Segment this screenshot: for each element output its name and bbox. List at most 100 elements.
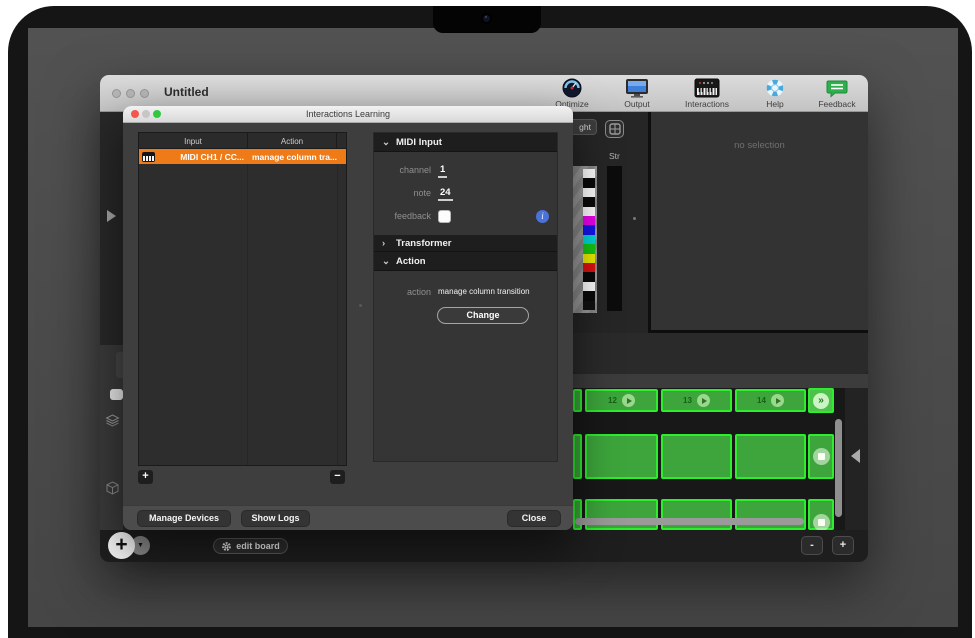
row-input-value: MIDI CH1 / CC... (155, 152, 248, 162)
clip-cell[interactable] (735, 434, 806, 479)
add-interaction-button[interactable]: + (138, 470, 153, 484)
pattern-swatch (583, 272, 595, 281)
toolbar-output-button[interactable]: Output (605, 77, 669, 111)
note-label: note (413, 188, 431, 198)
pattern-swatch (583, 291, 595, 300)
layers-icon[interactable] (105, 414, 120, 432)
input-column-header[interactable]: Input (139, 133, 248, 148)
board-horizontal-scrollbar[interactable] (575, 518, 804, 525)
note-value-field[interactable]: 24 (438, 187, 453, 201)
pattern-swatch (583, 254, 595, 263)
pattern-swatch (583, 244, 595, 253)
remove-interaction-button[interactable]: − (330, 470, 345, 484)
toolbar-label: Interactions (675, 99, 739, 109)
interactions-learning-dialog: Interactions Learning Input Action MIDI … (123, 106, 573, 530)
splitter-dot[interactable] (359, 304, 362, 307)
info-icon[interactable]: i (536, 210, 549, 223)
play-column-icon[interactable] (622, 394, 635, 407)
clip-cell[interactable] (573, 499, 582, 530)
action-column-header[interactable]: Action (248, 133, 337, 148)
column-header-13[interactable]: 13 (661, 389, 732, 412)
toolbar-help-button[interactable]: Help (743, 77, 807, 111)
play-column-icon[interactable] (771, 394, 784, 407)
column-number: 12 (608, 396, 617, 405)
transformer-section-header[interactable]: › Transformer (374, 235, 557, 252)
clip-cell[interactable] (573, 434, 582, 479)
dialog-title: Interactions Learning (123, 109, 573, 119)
window-title: Untitled (164, 85, 209, 99)
action-section-header[interactable]: ⌄ Action (374, 252, 557, 271)
expand-sidebar-icon[interactable] (107, 210, 116, 222)
dialog-titlebar: Interactions Learning (123, 106, 573, 123)
pattern-swatch (583, 235, 595, 244)
chevron-right-icon: › (382, 235, 385, 252)
toolbar-label: Output (605, 99, 669, 109)
zoom-in-button[interactable]: + (832, 536, 854, 555)
interaction-detail-panel: ⌄ MIDI Input channel 1 note 24 feedback … (373, 132, 558, 462)
zoom-out-button[interactable]: - (801, 536, 823, 555)
feedback-bubble-icon (805, 77, 869, 98)
stop-icon[interactable] (813, 448, 830, 465)
fast-forward-icon[interactable]: » (813, 393, 829, 409)
dialog-footer: Manage Devices Show Logs Close (123, 505, 573, 530)
column-header-12[interactable]: 12 (585, 389, 658, 412)
camera-icon (483, 15, 490, 22)
feedback-row: feedback i (374, 206, 557, 235)
pattern-swatch (583, 188, 595, 197)
sidebar-top (100, 112, 123, 345)
action-value: manage column transition (438, 287, 530, 296)
stop-cell[interactable] (808, 499, 834, 530)
pattern-swatch (583, 207, 595, 216)
stop-icon[interactable] (813, 514, 830, 531)
help-lifering-icon (743, 77, 807, 98)
clip-cell[interactable] (661, 434, 732, 479)
add-layer-button[interactable]: + (108, 532, 135, 559)
change-action-button[interactable]: Change (437, 307, 529, 324)
manage-devices-button[interactable]: Manage Devices (138, 511, 230, 526)
close-button[interactable]: Close (508, 511, 560, 526)
channel-row: channel 1 (374, 160, 557, 183)
pattern-swatch (583, 197, 595, 206)
close-icon[interactable] (112, 89, 121, 98)
pattern-swatch (583, 216, 595, 225)
clip-cell[interactable] (585, 434, 658, 479)
clip-cell[interactable] (661, 499, 732, 530)
toolbar-feedback-button[interactable]: Feedback (805, 77, 869, 111)
media-label: Str (609, 151, 620, 161)
pattern-swatch (583, 263, 595, 272)
table-header: Input Action (139, 133, 346, 149)
cube-icon[interactable] (106, 481, 119, 500)
minimize-icon[interactable] (126, 89, 135, 98)
clip-cell[interactable] (735, 499, 806, 530)
show-logs-button[interactable]: Show Logs (242, 511, 309, 526)
zoom-icon[interactable] (140, 89, 149, 98)
action-label: action (407, 287, 431, 297)
stop-cell[interactable] (808, 434, 834, 479)
edit-board-button[interactable]: edit board (213, 538, 288, 554)
pattern-swatch (583, 225, 595, 234)
inspector-panel: no selection (648, 112, 868, 333)
collapse-panel-icon[interactable] (851, 449, 860, 463)
extra-column-header (337, 133, 346, 148)
pattern-swatch (583, 282, 595, 291)
note-row: note 24 (374, 183, 557, 206)
no-selection-text: no selection (651, 140, 868, 151)
media-thumbnail[interactable] (607, 166, 622, 311)
grid-view-button[interactable] (605, 120, 624, 138)
chevron-down-icon: ⌄ (382, 252, 390, 271)
play-column-icon[interactable] (697, 394, 710, 407)
interactions-table: Input Action MIDI CH1 / CC... manage col… (138, 132, 347, 466)
toolbar-interactions-button[interactable]: Interactions (675, 77, 739, 111)
clip-cell[interactable] (585, 499, 658, 530)
toolbar-label: Feedback (805, 99, 869, 109)
column-header-partial[interactable] (573, 389, 582, 412)
midi-input-section-header[interactable]: ⌄ MIDI Input (374, 133, 557, 152)
channel-value-field[interactable]: 1 (438, 164, 447, 178)
board-vertical-scrollbar[interactable] (835, 419, 842, 517)
column-header-14[interactable]: 14 (735, 389, 806, 412)
section-title: MIDI Input (396, 137, 442, 148)
table-row-selected[interactable]: MIDI CH1 / CC... manage column tra... (139, 149, 346, 164)
sidebar-toggle[interactable] (110, 389, 123, 400)
feedback-checkbox[interactable] (438, 210, 451, 223)
transition-cell[interactable]: » (808, 388, 834, 413)
